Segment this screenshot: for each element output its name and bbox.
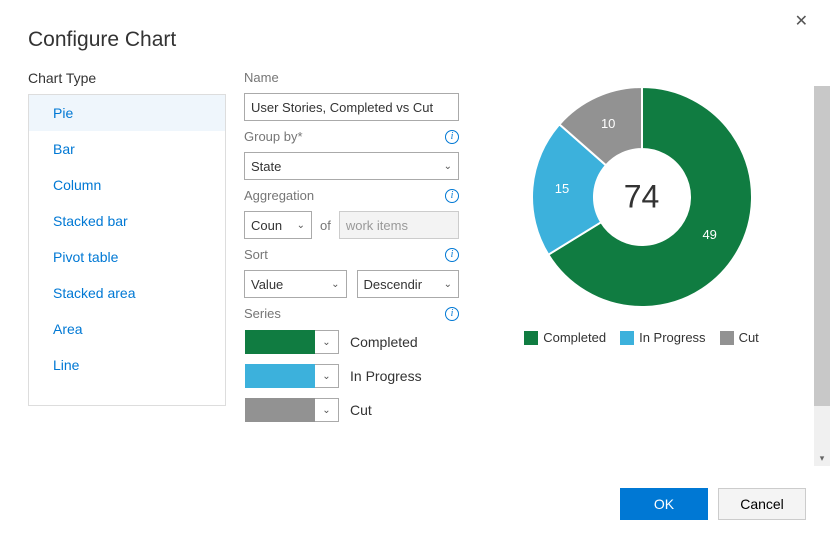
- close-icon: ✕: [795, 13, 808, 30]
- legend-swatch: [720, 331, 734, 345]
- chart-legend: Completed In Progress Cut: [524, 330, 759, 345]
- dialog-content: Chart Type Pie Bar Column Stacked bar Pi…: [28, 70, 806, 440]
- series-color-picker[interactable]: ⌄: [244, 329, 340, 355]
- chart-type-item-bar[interactable]: Bar: [29, 131, 225, 167]
- aggregation-unit-input: work items: [339, 211, 459, 239]
- chart-type-item-column[interactable]: Column: [29, 167, 225, 203]
- series-item: ⌄ Completed: [244, 329, 459, 355]
- series-item-label: In Progress: [350, 368, 422, 384]
- vertical-scrollbar[interactable]: ▾: [814, 86, 830, 450]
- chevron-down-icon: ⌄: [444, 161, 452, 172]
- legend-label: Cut: [739, 330, 759, 345]
- chart-type-item-line[interactable]: Line: [29, 347, 225, 383]
- sort-row: Value ⌄ Descendir ⌄: [244, 270, 459, 298]
- legend-label: In Progress: [639, 330, 705, 345]
- aggregation-fn-select[interactable]: Coun ⌄: [244, 211, 312, 239]
- chart-preview: 74 49 15 10 Completed In Progress Cut: [477, 70, 806, 440]
- color-swatch: [245, 330, 315, 354]
- chevron-down-icon: ⌄: [315, 364, 339, 388]
- series-item: ⌄ Cut: [244, 397, 459, 423]
- series-item: ⌄ In Progress: [244, 363, 459, 389]
- donut-total: 74: [624, 179, 660, 216]
- chart-type-item-stacked-bar[interactable]: Stacked bar: [29, 203, 225, 239]
- aggregation-of-text: of: [320, 218, 331, 233]
- chevron-down-icon: ⌄: [315, 330, 339, 354]
- name-label: Name: [244, 70, 459, 85]
- config-column: Name User Stories, Completed vs Cut Grou…: [244, 70, 459, 440]
- chart-type-column: Chart Type Pie Bar Column Stacked bar Pi…: [28, 70, 226, 440]
- info-icon[interactable]: i: [445, 130, 459, 144]
- groupby-select[interactable]: State ⌄: [244, 152, 459, 180]
- series-list: ⌄ Completed ⌄ In Progress ⌄ C: [244, 329, 459, 431]
- sort-label: Sort i: [244, 247, 459, 262]
- close-button[interactable]: ✕: [789, 10, 814, 32]
- dialog-footer: OK Cancel: [620, 488, 806, 520]
- legend-swatch: [524, 331, 538, 345]
- legend-item: In Progress: [620, 330, 705, 345]
- legend-item: Completed: [524, 330, 606, 345]
- series-label: Series i: [244, 306, 459, 321]
- slice-label: 15: [555, 181, 569, 196]
- chart-type-item-pie[interactable]: Pie: [29, 95, 225, 131]
- series-item-label: Cut: [350, 402, 372, 418]
- chevron-down-icon: ⌄: [315, 398, 339, 422]
- chevron-down-icon: ⌄: [297, 220, 305, 231]
- sort-direction-select[interactable]: Descendir ⌄: [357, 270, 460, 298]
- chevron-down-icon: ⌄: [444, 279, 452, 290]
- donut-chart: 74 49 15 10: [527, 82, 757, 312]
- chart-type-item-pivot-table[interactable]: Pivot table: [29, 239, 225, 275]
- aggregation-label: Aggregation i: [244, 188, 459, 203]
- series-item-label: Completed: [350, 334, 418, 350]
- info-icon[interactable]: i: [445, 307, 459, 321]
- chart-type-item-area[interactable]: Area: [29, 311, 225, 347]
- color-swatch: [245, 398, 315, 422]
- legend-item: Cut: [720, 330, 759, 345]
- scrollbar-thumb[interactable]: [814, 86, 830, 406]
- chart-type-list: Pie Bar Column Stacked bar Pivot table S…: [28, 94, 226, 406]
- legend-label: Completed: [543, 330, 606, 345]
- dialog-title: Configure Chart: [28, 28, 806, 52]
- chart-type-item-stacked-area[interactable]: Stacked area: [29, 275, 225, 311]
- series-color-picker[interactable]: ⌄: [244, 397, 340, 423]
- configure-chart-dialog: ✕ Configure Chart Chart Type Pie Bar Col…: [0, 0, 834, 540]
- info-icon[interactable]: i: [445, 189, 459, 203]
- sort-field-select[interactable]: Value ⌄: [244, 270, 347, 298]
- cancel-button[interactable]: Cancel: [718, 488, 806, 520]
- name-input[interactable]: User Stories, Completed vs Cut: [244, 93, 459, 121]
- legend-swatch: [620, 331, 634, 345]
- groupby-label: Group by* i: [244, 129, 459, 144]
- slice-label: 10: [601, 116, 615, 131]
- aggregation-row: Coun ⌄ of work items: [244, 211, 459, 239]
- info-icon[interactable]: i: [445, 248, 459, 262]
- scroll-down-icon[interactable]: ▾: [814, 450, 830, 466]
- color-swatch: [245, 364, 315, 388]
- chart-type-label: Chart Type: [28, 70, 226, 86]
- slice-label: 49: [702, 227, 716, 242]
- chevron-down-icon: ⌄: [331, 279, 339, 290]
- series-color-picker[interactable]: ⌄: [244, 363, 340, 389]
- ok-button[interactable]: OK: [620, 488, 708, 520]
